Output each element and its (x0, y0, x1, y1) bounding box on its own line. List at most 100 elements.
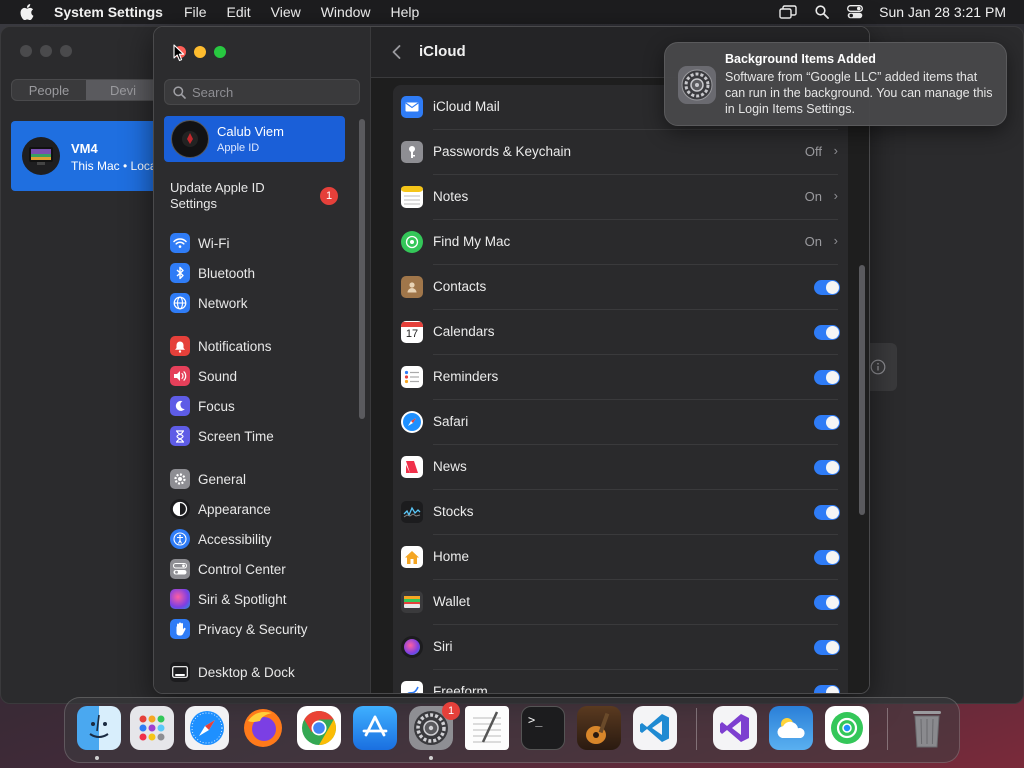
sidebar-item-label: Wi-Fi (198, 235, 230, 251)
sidebar-item-general[interactable]: General (170, 467, 246, 491)
inactive-minimize-button[interactable] (40, 45, 52, 57)
sidebar-item-sound[interactable]: Sound (170, 364, 237, 388)
sidebar-item-label: Network (198, 295, 248, 311)
menu-bar-extras: Sun Jan 28 3:21 PM (761, 0, 1006, 24)
chrome-icon[interactable] (297, 706, 341, 750)
sidebar-item-label: Screen Time (198, 428, 274, 444)
row-passwords-keychain[interactable]: Passwords & Keychain Off › (393, 130, 848, 175)
apple-id-account-row[interactable]: Calub Viem Apple ID (164, 116, 345, 162)
menu-help[interactable]: Help (391, 4, 420, 20)
sidebar-item-bluetooth[interactable]: Bluetooth (170, 261, 255, 285)
findmy-icon[interactable] (825, 706, 869, 750)
control-center-icon[interactable] (847, 5, 864, 19)
row-calendars: 17 Calendars (393, 310, 848, 355)
sidebar-scrollbar[interactable] (359, 119, 365, 419)
menu-edit[interactable]: Edit (227, 4, 251, 20)
back-button[interactable] (389, 42, 403, 62)
info-icon (870, 359, 886, 375)
row-safari: Safari (393, 400, 848, 445)
row-label: iCloud Mail (433, 99, 500, 114)
spotlight-search-icon[interactable] (815, 5, 830, 19)
row-label: Calendars (433, 324, 495, 339)
safari-icon (401, 411, 423, 433)
row-status-value: Off (804, 144, 822, 159)
siri-toggle[interactable] (814, 640, 840, 655)
terminal-icon[interactable]: >_ (521, 706, 565, 750)
sidebar-item-control-center[interactable]: Control Center (170, 557, 286, 581)
app-name-menu[interactable]: System Settings (54, 4, 163, 20)
bell-icon (170, 336, 190, 356)
update-apple-id-settings-item[interactable]: Update Apple ID Settings (170, 180, 290, 212)
wallet-toggle[interactable] (814, 595, 840, 610)
visual-studio-icon[interactable] (713, 706, 757, 750)
news-toggle[interactable] (814, 460, 840, 475)
appearance-icon (170, 499, 190, 519)
garageband-icon[interactable] (577, 706, 621, 750)
sidebar-item-desktop-dock[interactable]: Desktop & Dock (170, 660, 295, 684)
sidebar-item-network[interactable]: Network (170, 291, 248, 315)
search-input[interactable] (192, 84, 352, 100)
segment-people[interactable]: People (12, 80, 86, 100)
menu-view[interactable]: View (271, 4, 301, 20)
inactive-zoom-button[interactable] (60, 45, 72, 57)
content-scrollbar[interactable] (859, 265, 865, 515)
icloud-pane: iCloud iCloud Mail Passwords & Keychain … (371, 27, 869, 693)
contacts-toggle[interactable] (814, 280, 840, 295)
dock: 1 >_ (64, 697, 960, 763)
vscode-icon[interactable] (633, 706, 677, 750)
textedit-icon[interactable] (465, 706, 509, 750)
moon-icon (170, 396, 190, 416)
trash-icon[interactable] (905, 706, 949, 750)
row-find-my-mac[interactable]: Find My Mac On › (393, 220, 848, 265)
menu-bar-clock[interactable]: Sun Jan 28 3:21 PM (879, 4, 1006, 20)
sidebar-item-screen-time[interactable]: Screen Time (170, 424, 274, 448)
inactive-close-button[interactable] (20, 45, 32, 57)
apple-menu-icon[interactable] (20, 4, 34, 20)
sidebar-item-siri-spotlight[interactable]: Siri & Spotlight (170, 587, 287, 611)
screen-mirroring-icon[interactable] (779, 5, 797, 19)
control-center-icon (170, 559, 190, 579)
freeform-toggle[interactable] (814, 685, 840, 693)
stocks-toggle[interactable] (814, 505, 840, 520)
sidebar-item-privacy-security[interactable]: Privacy & Security (170, 617, 308, 641)
row-news: News (393, 445, 848, 490)
system-settings-icon (678, 66, 716, 104)
row-label: Reminders (433, 369, 499, 384)
sidebar-item-label: Sound (198, 368, 238, 384)
finder-icon[interactable] (77, 706, 121, 750)
search-icon (173, 85, 186, 99)
home-toggle[interactable] (814, 550, 840, 565)
sidebar-item-notifications[interactable]: Notifications (170, 334, 272, 358)
calendars-toggle[interactable] (814, 325, 840, 340)
row-siri: Siri (393, 625, 848, 670)
row-status-value: On (804, 189, 822, 204)
notification-title: Background Items Added (725, 52, 876, 66)
menu-window[interactable]: Window (321, 4, 371, 20)
inactive-window-controls (20, 45, 72, 57)
segment-devices[interactable]: Devi (86, 80, 160, 100)
safari-icon[interactable] (185, 706, 229, 750)
speaker-icon (170, 366, 190, 386)
sidebar-item-focus[interactable]: Focus (170, 394, 235, 418)
row-home: Home (393, 535, 848, 580)
app-store-icon[interactable] (353, 706, 397, 750)
row-label: Passwords & Keychain (433, 144, 572, 159)
firefox-icon[interactable] (241, 706, 285, 750)
row-notes[interactable]: Notes On › (393, 175, 848, 220)
reminders-toggle[interactable] (814, 370, 840, 385)
safari-toggle[interactable] (814, 415, 840, 430)
launchpad-icon[interactable] (130, 706, 174, 750)
zoom-button[interactable] (214, 46, 226, 58)
hand-icon (170, 619, 190, 639)
sidebar-item-wifi[interactable]: Wi-Fi (170, 231, 229, 255)
sidebar-item-accessibility[interactable]: Accessibility (170, 527, 272, 551)
minimize-button[interactable] (194, 46, 206, 58)
sidebar-item-appearance[interactable]: Appearance (170, 497, 271, 521)
device-card-vm4[interactable]: VM4 This Mac • Loca (11, 121, 161, 191)
background-items-notification[interactable]: Background Items Added Software from “Go… (664, 42, 1007, 126)
menu-file[interactable]: File (184, 4, 207, 20)
row-label: Safari (433, 414, 469, 429)
row-contacts: Contacts (393, 265, 848, 310)
row-label: Stocks (433, 504, 474, 519)
weather-icon[interactable] (769, 706, 813, 750)
